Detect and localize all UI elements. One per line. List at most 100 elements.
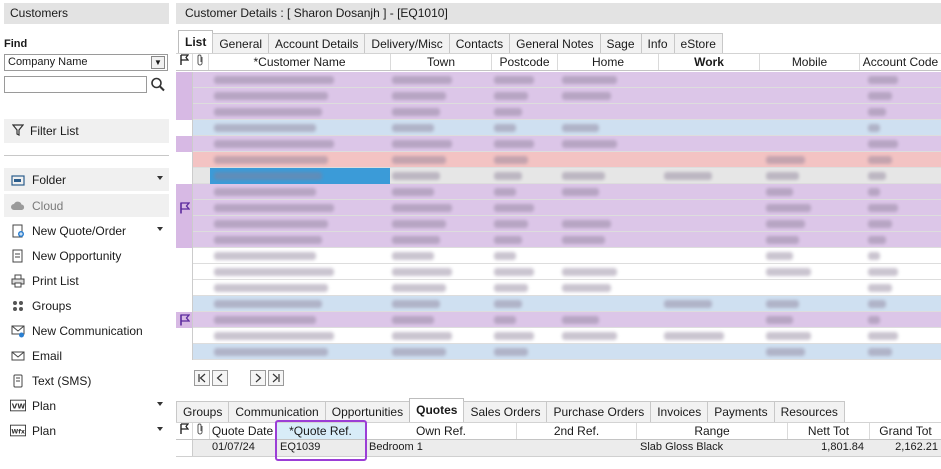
table-row[interactable] [176, 312, 941, 328]
tab-estore[interactable]: eStore [673, 33, 723, 54]
col-nett-tot[interactable]: Nett Tot [788, 423, 870, 439]
action-text-sms[interactable]: Text (SMS) [4, 369, 169, 392]
table-row[interactable] [176, 296, 941, 312]
col-second-ref[interactable]: 2nd Ref. [517, 423, 637, 439]
chevron-down-icon[interactable] [157, 227, 163, 231]
obscured-cell [868, 108, 886, 116]
plan-wfx-icon: Wfx [10, 423, 26, 439]
action-new-quote-order[interactable]: New Quote/Order [4, 219, 169, 242]
tab-contacts[interactable]: Contacts [448, 33, 511, 54]
obscured-cell [868, 220, 892, 228]
obscured-cell [562, 220, 611, 228]
chevron-down-icon[interactable] [157, 427, 163, 431]
action-print-list[interactable]: Print List [4, 269, 169, 292]
col-account-code[interactable]: Account Code [860, 54, 941, 70]
table-row[interactable] [176, 136, 941, 152]
action-groups[interactable]: Groups [4, 294, 169, 317]
obscured-cell [214, 332, 334, 340]
filter-list-button[interactable]: Filter List [4, 119, 169, 143]
obscured-cell [392, 268, 452, 276]
subtab-resources[interactable]: Resources [773, 401, 845, 422]
table-row[interactable] [176, 72, 941, 88]
action-label: New Opportunity [32, 248, 122, 263]
subtab-communication[interactable]: Communication [228, 401, 326, 422]
col-work[interactable]: Work [659, 54, 760, 70]
table-row[interactable] [176, 168, 941, 184]
svg-text:VW: VW [12, 402, 26, 411]
subtab-opportunities[interactable]: Opportunities [324, 401, 411, 422]
table-row[interactable] [176, 264, 941, 280]
last-page-button[interactable] [268, 370, 284, 386]
table-row[interactable] [176, 328, 941, 344]
find-field-select[interactable]: Company Name ▼ [4, 54, 168, 71]
table-row[interactable] [176, 184, 941, 200]
subtab-payments[interactable]: Payments [707, 401, 775, 422]
chevron-down-icon[interactable] [157, 402, 163, 406]
tab-general-notes[interactable]: General Notes [509, 33, 601, 54]
table-row[interactable] [176, 120, 941, 136]
prev-page-button[interactable] [212, 370, 228, 386]
tab-delivery-misc[interactable]: Delivery/Misc [364, 33, 450, 54]
subtab-invoices[interactable]: Invoices [650, 401, 709, 422]
table-row[interactable] [176, 104, 941, 120]
table-row[interactable] [176, 88, 941, 104]
table-row[interactable] [176, 280, 941, 296]
obscured-cell [214, 156, 328, 164]
row-flag-cell [176, 136, 193, 152]
action-new-communication[interactable]: New Communication [4, 319, 169, 342]
col-postcode[interactable]: Postcode [492, 54, 558, 70]
obscured-cell [392, 220, 446, 228]
chevron-down-icon[interactable]: ▼ [151, 56, 165, 69]
action-email[interactable]: Email [4, 344, 169, 367]
tab-sage[interactable]: Sage [599, 33, 642, 54]
tab-info[interactable]: Info [640, 33, 675, 54]
obscured-cell [562, 332, 617, 340]
row-flag-cell [176, 328, 193, 344]
table-row[interactable] [176, 248, 941, 264]
obscured-cell [214, 220, 328, 228]
col-customer-name[interactable]: *Customer Name [209, 54, 391, 70]
obscured-cell [392, 108, 440, 116]
col-home[interactable]: Home [558, 54, 659, 70]
obscured-cell [214, 92, 328, 100]
obscured-cell [494, 156, 528, 164]
obscured-cell [562, 92, 611, 100]
col-quote-date[interactable]: Quote Date [210, 423, 276, 439]
table-row[interactable] [176, 216, 941, 232]
tab-list[interactable]: List [178, 30, 214, 54]
action-cloud[interactable]: Cloud [4, 194, 169, 217]
table-row[interactable] [176, 200, 941, 216]
obscured-cell [392, 92, 446, 100]
col-town[interactable]: Town [391, 54, 492, 70]
chevron-down-icon[interactable] [157, 176, 163, 180]
subtab-quotes[interactable]: Quotes [409, 398, 465, 422]
search-icon[interactable] [149, 76, 167, 93]
search-input[interactable] [4, 76, 147, 93]
row-flag-cell [176, 88, 193, 104]
action-label: Text (SMS) [32, 373, 92, 388]
col-range[interactable]: Range [637, 423, 788, 439]
obscured-cell [868, 284, 892, 292]
action-plan[interactable]: VW Plan [4, 394, 169, 417]
row-flag-cell [176, 264, 193, 280]
table-row[interactable] [176, 232, 941, 248]
next-page-button[interactable] [250, 370, 266, 386]
action-new-opportunity[interactable]: New Opportunity [4, 244, 169, 267]
subtab-purchase-orders[interactable]: Purchase Orders [546, 401, 652, 422]
new-communication-icon [10, 323, 26, 339]
table-row[interactable] [176, 152, 941, 168]
action-plan-wfx[interactable]: Wfx Plan [4, 419, 169, 442]
col-own-ref[interactable]: Own Ref. [366, 423, 517, 439]
table-row[interactable] [176, 344, 941, 360]
subtab-groups[interactable]: Groups [176, 401, 230, 422]
subtab-sales-orders[interactable]: Sales Orders [463, 401, 548, 422]
action-folder[interactable]: Folder [4, 168, 169, 191]
tab-general[interactable]: General [212, 33, 270, 54]
col-mobile[interactable]: Mobile [760, 54, 860, 70]
obscured-cell [562, 124, 599, 132]
tab-account-details[interactable]: Account Details [268, 33, 366, 54]
obscured-cell [392, 156, 446, 164]
customers-header: Customers [4, 3, 169, 24]
col-grand-tot[interactable]: Grand Tot [870, 423, 941, 439]
first-page-button[interactable] [194, 370, 210, 386]
